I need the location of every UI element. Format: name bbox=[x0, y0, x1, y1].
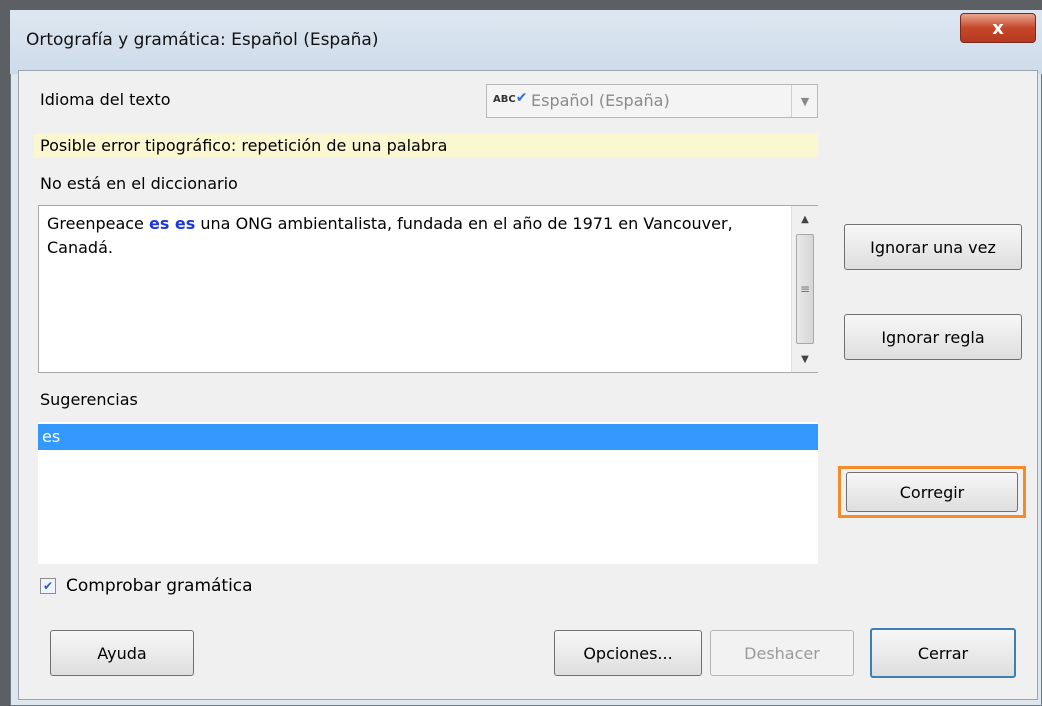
scroll-up-icon[interactable]: ▲ bbox=[792, 208, 818, 230]
undo-button[interactable]: Deshacer bbox=[710, 630, 854, 676]
dialog-content bbox=[18, 70, 1038, 700]
not-in-dictionary-label: No está en el diccionario bbox=[40, 174, 238, 193]
language-select[interactable]: ABC✔ Español (España) ▼ bbox=[486, 84, 818, 118]
sentence-text: Greenpeace es es una ONG ambientalista, … bbox=[47, 212, 777, 260]
suggestions-list[interactable]: es bbox=[38, 422, 818, 564]
suggestion-item[interactable]: es bbox=[38, 424, 818, 450]
grammar-checkbox-label[interactable]: Comprobar gramática bbox=[66, 576, 253, 596]
suggestions-label: Sugerencias bbox=[40, 390, 138, 409]
sentence-text-before: Greenpeace bbox=[47, 214, 149, 233]
correct-button[interactable]: Corregir bbox=[846, 472, 1018, 512]
grammar-checkbox[interactable]: ✔ bbox=[40, 578, 56, 594]
sentence-textbox[interactable]: Greenpeace es es una ONG ambientalista, … bbox=[38, 205, 818, 373]
scroll-down-icon[interactable]: ▼ bbox=[792, 348, 818, 370]
close-button[interactable]: Cerrar bbox=[870, 628, 1016, 678]
language-label: Idioma del texto bbox=[40, 90, 171, 109]
chevron-down-icon[interactable]: ▼ bbox=[791, 85, 818, 117]
language-selected-value: Español (España) bbox=[531, 91, 670, 110]
error-hint-bar: Posible error tipográfico: repetición de… bbox=[34, 134, 818, 158]
help-button[interactable]: Ayuda bbox=[50, 630, 194, 676]
flagged-words: es es bbox=[148, 214, 196, 233]
close-icon: x bbox=[992, 17, 1004, 39]
spellcheck-icon: ABC✔ bbox=[493, 90, 528, 106]
vertical-scrollbar[interactable]: ▲ ≡ ▼ bbox=[791, 206, 818, 372]
ignore-once-button[interactable]: Ignorar una vez bbox=[844, 224, 1022, 270]
options-button[interactable]: Opciones... bbox=[554, 630, 702, 676]
close-window-button[interactable]: x bbox=[960, 13, 1036, 43]
error-hint-text: Posible error tipográfico: repetición de… bbox=[40, 136, 448, 155]
ignore-rule-button[interactable]: Ignorar regla bbox=[844, 314, 1022, 360]
scroll-thumb[interactable]: ≡ bbox=[796, 234, 814, 344]
window-title: Ortografía y gramática: Español (España) bbox=[26, 30, 379, 50]
